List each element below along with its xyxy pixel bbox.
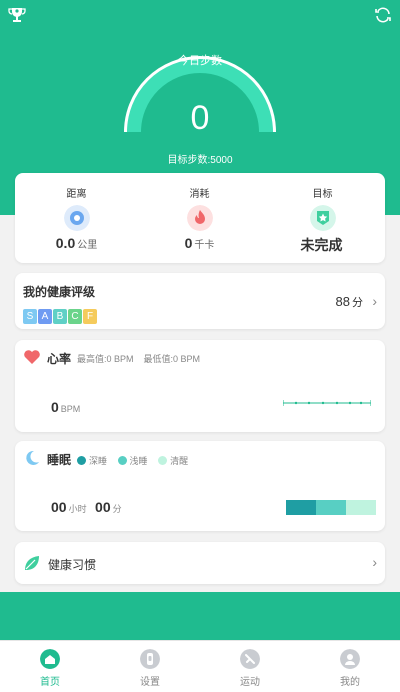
tab-profile[interactable]: 我的 (300, 641, 400, 692)
tab-label: 运动 (240, 677, 260, 688)
gauge-title: 今日步数 (178, 55, 222, 67)
heart-rate-range: 最高值:0 BPM 最低值:0 BPM (77, 354, 201, 364)
stat-label: 距离 (66, 189, 87, 200)
health-rating-card[interactable]: 我的健康评级 SABCF 88 分 › (15, 273, 385, 329)
heart-rate-value: 0 BPM (51, 399, 81, 415)
grade-badge: C (68, 309, 82, 324)
sync-icon[interactable] (374, 6, 392, 24)
legend-dot (77, 456, 86, 465)
tab-label: 设置 (140, 677, 160, 688)
trophy-icon[interactable] (8, 6, 26, 24)
bottom-tab-bar: 首页 设置 运动 我的 (0, 640, 400, 692)
step-count: 0 (190, 99, 210, 137)
stat-goal[interactable]: 目标 未完成 (261, 173, 384, 263)
heart-rate-sparkline (283, 400, 371, 406)
run-icon (240, 649, 260, 669)
sleep-legend: 深睡 浅睡 清醒 (77, 454, 196, 467)
sleep-bar-deep (286, 500, 316, 515)
home-icon (40, 649, 60, 669)
health-score: 88 分 (335, 294, 363, 309)
heart-icon (24, 350, 40, 364)
tab-settings[interactable]: 设置 (100, 641, 200, 692)
heart-rate-card[interactable]: 心率 最高值:0 BPM 最低值:0 BPM 0 BPM (15, 340, 385, 432)
sleep-bar-light (316, 500, 346, 515)
grade-scale: SABCF (23, 306, 98, 324)
health-habit-card[interactable]: 健康习惯 › (15, 542, 385, 584)
stat-calories[interactable]: 消耗 0 千卡 (138, 173, 261, 263)
sleep-phase-bar (286, 500, 376, 515)
tab-label: 首页 (40, 677, 60, 688)
legend-dot (158, 456, 168, 465)
moon-icon (26, 450, 39, 465)
legend-dot (117, 456, 127, 465)
bottom-green-band (0, 592, 400, 640)
stat-value: 未完成 (300, 237, 343, 253)
star-badge-icon (309, 205, 336, 231)
watch-icon (140, 649, 160, 669)
stat-distance[interactable]: 距离 0.0 公里 (15, 173, 138, 263)
sleep-duration: 00 小时 00 分 (51, 499, 122, 515)
sleep-bar-awake (346, 500, 376, 515)
tab-label: 我的 (340, 677, 360, 688)
chevron-right-icon: › (372, 293, 377, 309)
stat-label: 目标 (312, 189, 333, 200)
grade-badge: B (53, 309, 67, 324)
sleep-card[interactable]: 睡眠 深睡 浅睡 清醒 00 小时 00 分 (15, 441, 385, 531)
tab-home[interactable]: 首页 (0, 641, 100, 692)
grade-badge: S (23, 309, 37, 324)
sleep-title: 睡眠 (47, 453, 72, 467)
stat-value: 0.0 公里 (55, 235, 98, 251)
grade-badge: F (83, 309, 97, 324)
step-goal: 目标步数:5000 (167, 155, 233, 166)
health-rating-title: 我的健康评级 (23, 285, 96, 299)
stat-label: 消耗 (189, 189, 210, 200)
stats-card: 距离 0.0 公里 消耗 0 千卡 目标 未完成 (15, 173, 385, 263)
chevron-right-icon: › (372, 554, 377, 570)
tab-sport[interactable]: 运动 (200, 641, 300, 692)
health-habit-title: 健康习惯 (48, 558, 97, 572)
legend-awake: 清醒 (158, 456, 188, 466)
stat-value: 0 千卡 (184, 235, 215, 251)
profile-icon (340, 649, 360, 669)
leaf-icon (25, 556, 39, 570)
legend-light: 浅睡 (117, 456, 148, 466)
fire-icon (186, 205, 213, 231)
legend-deep: 深睡 (77, 456, 107, 466)
heart-rate-title: 心率 (47, 352, 72, 366)
grade-badge: A (38, 309, 52, 324)
location-icon (63, 205, 90, 231)
